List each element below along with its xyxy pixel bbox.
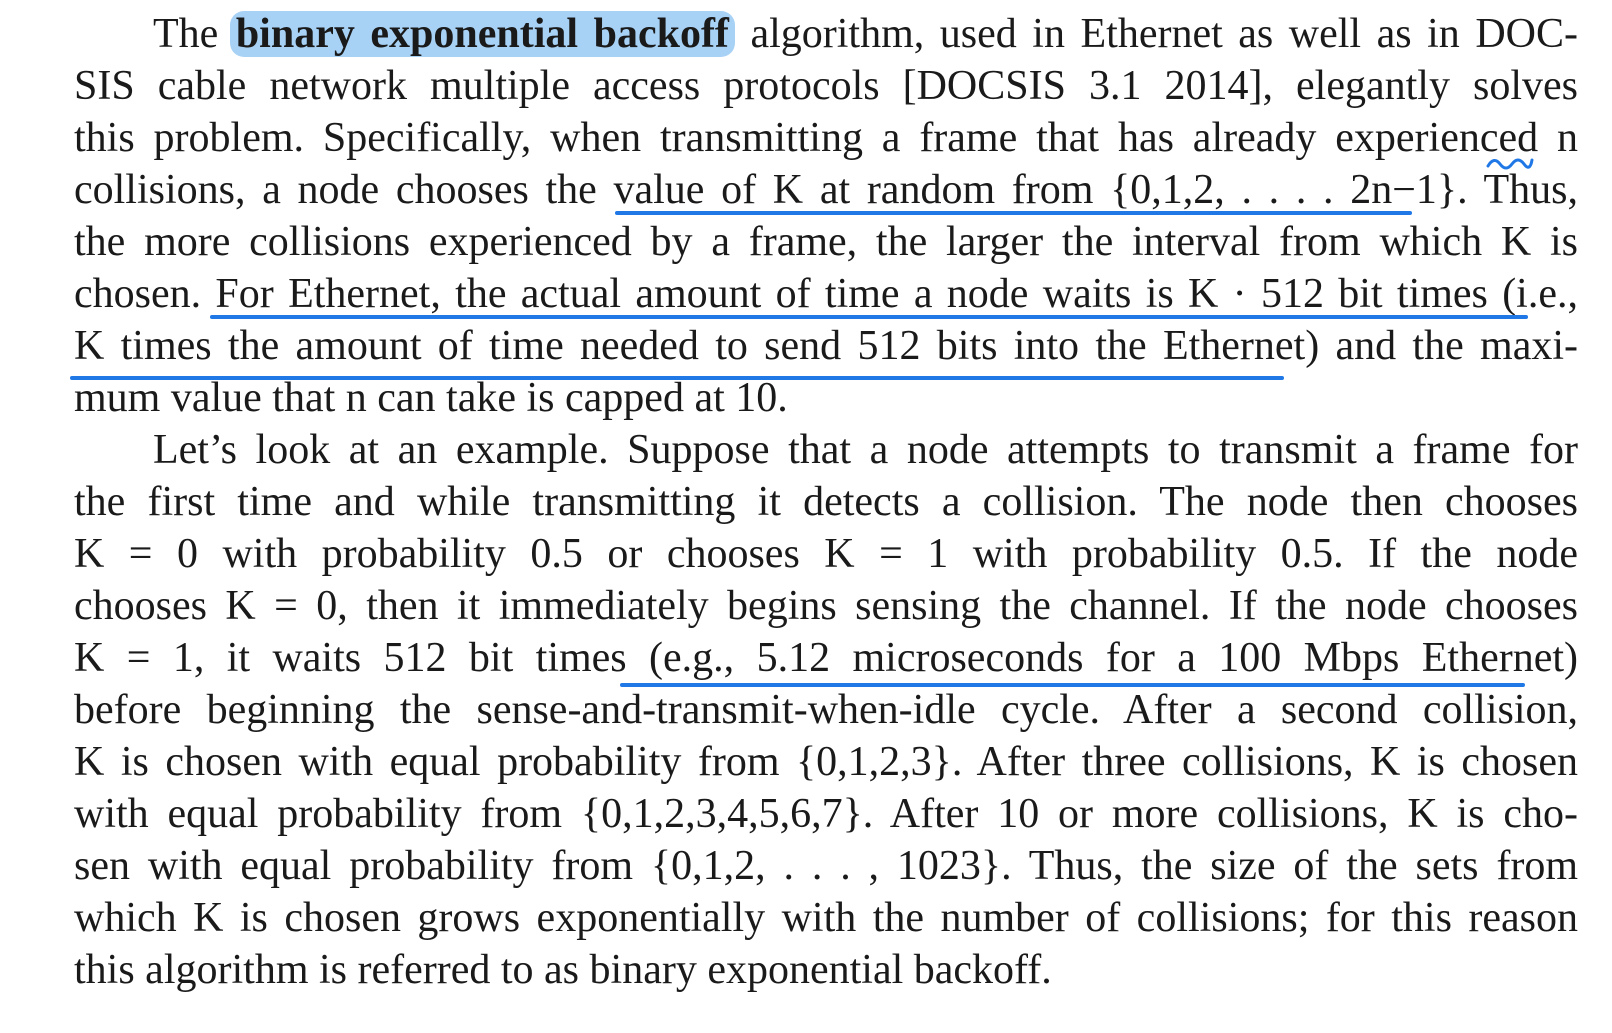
first-word: The xyxy=(153,11,219,57)
highlighted-term[interactable]: binary exponential backoff xyxy=(229,11,735,57)
paragraph-1-line-4: collisions, a node chooses the value of … xyxy=(74,167,1578,213)
paragraph-1-line-2: SIS cable network multiple access protoc… xyxy=(74,63,1578,109)
paragraph-1-line-5: the more collisions experienced by a fra… xyxy=(74,219,1578,265)
paragraph-2-line-11: this algorithm is referred to as binary … xyxy=(74,947,1052,993)
paragraph-2-line-3: K = 0 with probability 0.5 or chooses K … xyxy=(74,531,1578,577)
paragraph-2-line-1: Let’s look at an example. Suppose that a… xyxy=(153,427,1578,473)
squiggle-underline-annotation xyxy=(1486,158,1534,170)
paragraph-1-line-1: The binary exponential backoff algorithm… xyxy=(153,8,1578,60)
underline-annotation xyxy=(615,211,1412,215)
paragraph-1-line-6: chosen. For Ethernet, the actual amount … xyxy=(74,271,1578,317)
paragraph-2-line-5: K = 1, it waits 512 bit times (e.g., 5.1… xyxy=(74,635,1578,681)
paragraph-2-line-8: with equal probability from {0,1,2,3,4,5… xyxy=(74,791,1578,837)
line-text: algorithm, used in Ethernet as well as i… xyxy=(750,11,1578,57)
paragraph-2-line-10: which K is chosen grows exponentially wi… xyxy=(74,895,1578,941)
document-page: The binary exponential backoff algorithm… xyxy=(0,0,1612,1033)
paragraph-1-line-7: K times the amount of time needed to sen… xyxy=(74,323,1578,369)
underline-annotation xyxy=(210,315,1528,319)
underline-annotation xyxy=(620,683,1525,687)
paragraph-1-line-3: this problem. Specifically, when transmi… xyxy=(74,115,1578,161)
paragraph-2-line-2: the first time and while transmitting it… xyxy=(74,479,1578,525)
paragraph-2-line-9: sen with equal probability from {0,1,2, … xyxy=(74,843,1578,889)
paragraph-2-line-7: K is chosen with equal probability from … xyxy=(74,739,1578,785)
underline-annotation xyxy=(70,376,1284,380)
paragraph-2-line-4: chooses K = 0, then it immediately begin… xyxy=(74,583,1578,629)
paragraph-2-line-6: before beginning the sense-and-transmit-… xyxy=(74,687,1578,733)
